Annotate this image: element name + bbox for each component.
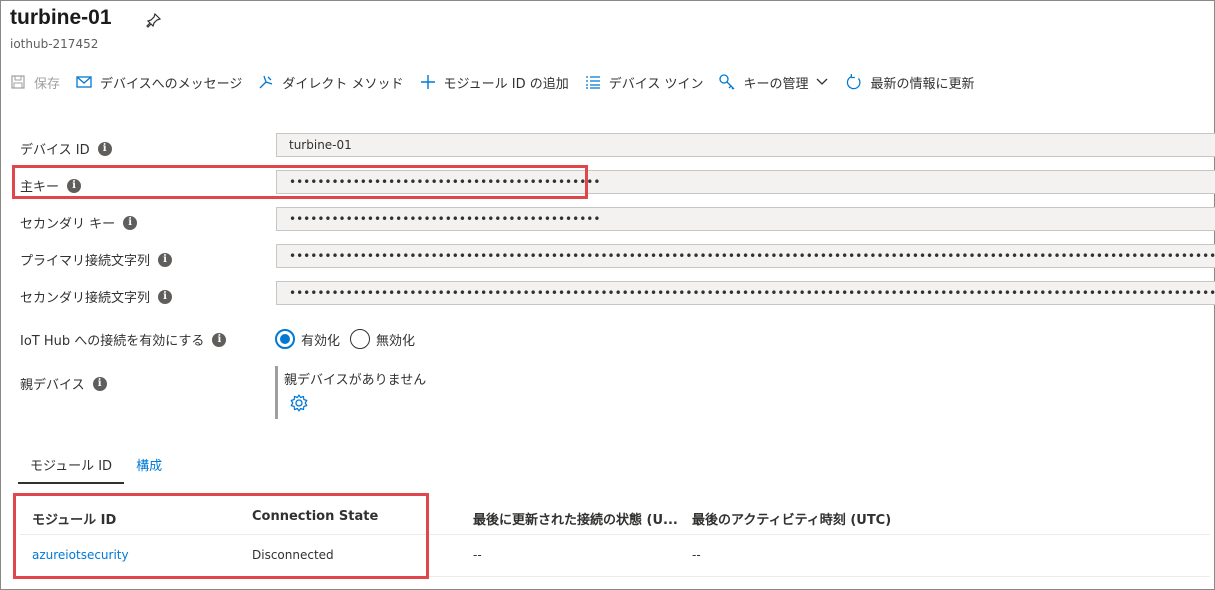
parent-device-label-text: 親デバイス [20,378,85,393]
device-twin-label: デバイス ツイン [608,76,704,92]
info-icon[interactable]: i [123,215,138,230]
pin-icon[interactable] [146,12,162,28]
key-icon [719,74,735,90]
tab-module-identity[interactable]: モジュール ID [18,450,125,484]
parent-device-none-text: 親デバイスがありません [284,373,427,388]
column-header-last-connection-update[interactable]: 最後に更新された接続の状態 (U... [473,509,678,528]
radio-checked-icon [275,329,295,349]
secondary-conn-label: セカンダリ接続文字列 i [20,287,173,306]
primary-conn-label: プライマリ接続文字列 i [20,250,173,269]
add-module-button[interactable]: モジュール ID の追加 [420,70,569,94]
secondary-key-label-text: セカンダリ キー [20,217,116,232]
tab-configuration[interactable]: 構成 [124,450,174,484]
last-activity-cell: -- [692,548,701,562]
mail-icon [76,74,92,90]
info-icon[interactable]: i [97,141,112,156]
enable-radio-label: 有効化 [301,333,341,349]
connection-label-text: IoT Hub への接続を有効にする [20,334,205,349]
send-message-button[interactable]: デバイスへのメッセージ [76,70,242,94]
command-bar: 保存 デバイスへのメッセージ ダイレクト メソッド モジュール ID の追加 デ… [10,70,991,94]
direct-method-icon [258,74,274,90]
tab-bar: モジュール ID 構成 [18,450,174,484]
refresh-icon [846,74,862,90]
radio-unchecked-icon [350,329,371,349]
connection-radio-group: 有効化 無効化 [275,329,425,349]
page-subtitle: iothub-217452 [10,37,99,51]
secondary-key-field[interactable]: ••••••••••••••••••••••••••••••••••••••••… [276,207,1215,231]
primary-conn-field[interactable]: ••••••••••••••••••••••••••••••••••••••••… [276,244,1215,268]
secondary-conn-label-text: セカンダリ接続文字列 [20,291,151,306]
manage-keys-label: キーの管理 [743,76,809,92]
parent-device-border [275,366,278,419]
secondary-conn-field[interactable]: ••••••••••••••••••••••••••••••••••••••••… [276,281,1215,305]
column-header-last-activity[interactable]: 最後のアクティビティ時刻 (UTC) [692,509,891,528]
connection-label: IoT Hub への接続を有効にする i [20,330,227,349]
refresh-button[interactable]: 最新の情報に更新 [846,70,975,94]
parent-device-label: 親デバイス i [20,374,107,393]
module-table-highlight [13,493,429,579]
device-id-label-text: デバイス ID [20,143,90,158]
info-icon[interactable]: i [158,252,173,267]
page-title: turbine-01 [10,6,112,29]
disable-radio-label: 無効化 [376,333,416,349]
save-label: 保存 [34,76,61,92]
disable-radio[interactable]: 無効化 [350,329,415,349]
device-id-label: デバイス ID i [20,139,112,158]
list-icon [585,74,601,90]
info-icon[interactable]: i [92,376,107,391]
add-module-label: モジュール ID の追加 [443,76,569,92]
chevron-down-icon [814,74,830,90]
gear-icon[interactable] [289,393,309,413]
info-icon[interactable]: i [212,332,227,347]
direct-method-label: ダイレクト メソッド [282,76,404,92]
enable-radio[interactable]: 有効化 [275,329,340,349]
primary-conn-label-text: プライマリ接続文字列 [20,254,151,269]
device-id-field[interactable]: turbine-01 [276,133,1215,157]
refresh-label: 最新の情報に更新 [870,76,975,92]
save-icon [10,74,26,90]
info-icon[interactable]: i [158,289,173,304]
device-twin-button[interactable]: デバイス ツイン [585,70,704,94]
plus-icon [420,74,436,90]
send-message-label: デバイスへのメッセージ [100,76,243,92]
direct-method-button[interactable]: ダイレクト メソッド [258,70,404,94]
save-button[interactable]: 保存 [10,70,60,94]
secondary-key-label: セカンダリ キー i [20,213,138,232]
primary-key-highlight [12,165,588,199]
last-connection-update-cell: -- [473,548,482,562]
manage-keys-button[interactable]: キーの管理 [719,70,830,94]
